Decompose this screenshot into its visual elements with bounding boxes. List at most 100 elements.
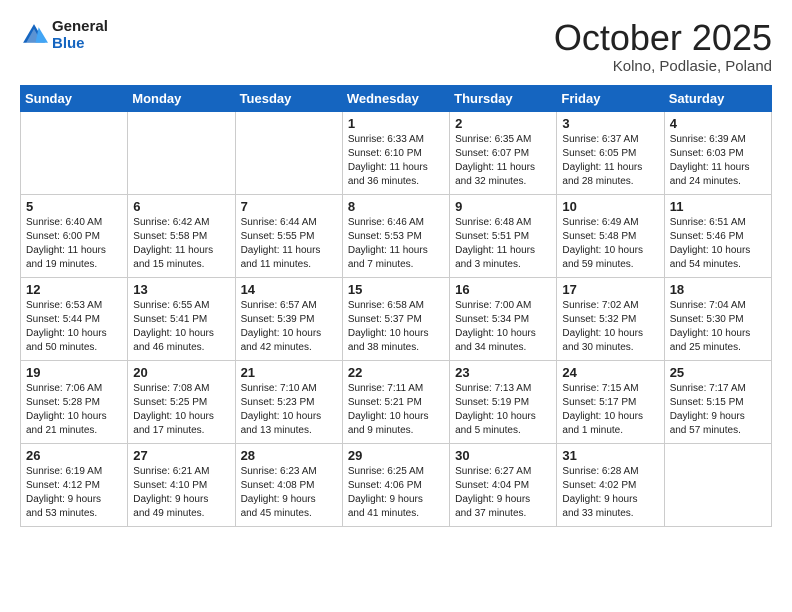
day-info: Sunrise: 7:00 AM Sunset: 5:34 PM Dayligh…	[455, 299, 551, 355]
day-number: 28	[241, 448, 337, 463]
day-info: Sunrise: 6:58 AM Sunset: 5:37 PM Dayligh…	[348, 299, 444, 355]
calendar-cell: 6 Sunrise: 6:42 AM Sunset: 5:58 PM Daylig…	[128, 194, 235, 277]
day-number: 29	[348, 448, 444, 463]
logo: General Blue	[20, 18, 108, 52]
calendar-cell: 15 Sunrise: 6:58 AM Sunset: 5:37 PM Dayli…	[342, 277, 449, 360]
day-number: 9	[455, 199, 551, 214]
calendar-cell: 12 Sunrise: 6:53 AM Sunset: 5:44 PM Dayli…	[21, 277, 128, 360]
day-info: Sunrise: 7:17 AM Sunset: 5:15 PM Dayligh…	[670, 382, 766, 438]
day-number: 15	[348, 282, 444, 297]
calendar-cell: 19 Sunrise: 7:06 AM Sunset: 5:28 PM Dayli…	[21, 360, 128, 443]
calendar-cell: 25Sunrise: 7:17 AM Sunset: 5:15 PM Dayli…	[664, 360, 771, 443]
calendar-cell	[128, 111, 235, 194]
calendar-header-row: SundayMondayTuesdayWednesdayThursdayFrid…	[21, 85, 772, 111]
day-info: Sunrise: 7:11 AM Sunset: 5:21 PM Dayligh…	[348, 382, 444, 438]
calendar-cell: 18 Sunrise: 7:04 AM Sunset: 5:30 PM Dayli…	[664, 277, 771, 360]
day-number: 5	[26, 199, 122, 214]
calendar-cell: 9 Sunrise: 6:48 AM Sunset: 5:51 PM Daylig…	[450, 194, 557, 277]
calendar-cell	[664, 443, 771, 526]
weekday-header: Friday	[557, 85, 664, 111]
day-number: 26	[26, 448, 122, 463]
day-number: 24	[562, 365, 658, 380]
day-number: 31	[562, 448, 658, 463]
calendar-cell: 5Sunrise: 6:40 AM Sunset: 6:00 PM Daylig…	[21, 194, 128, 277]
day-number: 13	[133, 282, 229, 297]
day-info: Sunrise: 6:27 AM Sunset: 4:04 PM Dayligh…	[455, 465, 551, 521]
calendar-cell: 21 Sunrise: 7:10 AM Sunset: 5:23 PM Dayli…	[235, 360, 342, 443]
calendar-cell: 7Sunrise: 6:44 AM Sunset: 5:55 PM Daylig…	[235, 194, 342, 277]
location: Kolno, Podlasie, Poland	[554, 58, 772, 75]
day-info: Sunrise: 6:57 AM Sunset: 5:39 PM Dayligh…	[241, 299, 337, 355]
calendar-cell: 17 Sunrise: 7:02 AM Sunset: 5:32 PM Dayli…	[557, 277, 664, 360]
logo-icon	[20, 21, 48, 49]
day-number: 20	[133, 365, 229, 380]
weekday-header: Sunday	[21, 85, 128, 111]
day-info: Sunrise: 6:25 AM Sunset: 4:06 PM Dayligh…	[348, 465, 444, 521]
calendar-cell: 2Sunrise: 6:35 AM Sunset: 6:07 PM Daylig…	[450, 111, 557, 194]
day-info: Sunrise: 6:48 AM Sunset: 5:51 PM Dayligh…	[455, 216, 551, 272]
day-number: 30	[455, 448, 551, 463]
calendar-week-row: 19 Sunrise: 7:06 AM Sunset: 5:28 PM Dayli…	[21, 360, 772, 443]
calendar-cell: 22Sunrise: 7:11 AM Sunset: 5:21 PM Dayli…	[342, 360, 449, 443]
day-info: Sunrise: 6:28 AM Sunset: 4:02 PM Dayligh…	[562, 465, 658, 521]
day-number: 21	[241, 365, 337, 380]
day-info: Sunrise: 6:51 AM Sunset: 5:46 PM Dayligh…	[670, 216, 766, 272]
calendar-week-row: 1 Sunrise: 6:33 AM Sunset: 6:10 PM Daylig…	[21, 111, 772, 194]
day-number: 17	[562, 282, 658, 297]
calendar-week-row: 12 Sunrise: 6:53 AM Sunset: 5:44 PM Dayli…	[21, 277, 772, 360]
calendar-cell: 3Sunrise: 6:37 AM Sunset: 6:05 PM Daylig…	[557, 111, 664, 194]
calendar-cell: 24Sunrise: 7:15 AM Sunset: 5:17 PM Dayli…	[557, 360, 664, 443]
calendar-cell: 26 Sunrise: 6:19 AM Sunset: 4:12 PM Dayli…	[21, 443, 128, 526]
day-info: Sunrise: 7:06 AM Sunset: 5:28 PM Dayligh…	[26, 382, 122, 438]
calendar-cell: 4 Sunrise: 6:39 AM Sunset: 6:03 PM Daylig…	[664, 111, 771, 194]
day-info: Sunrise: 6:53 AM Sunset: 5:44 PM Dayligh…	[26, 299, 122, 355]
header: General Blue October 2025 Kolno, Podlasi…	[20, 18, 772, 75]
calendar-week-row: 5Sunrise: 6:40 AM Sunset: 6:00 PM Daylig…	[21, 194, 772, 277]
day-info: Sunrise: 7:04 AM Sunset: 5:30 PM Dayligh…	[670, 299, 766, 355]
day-info: Sunrise: 7:02 AM Sunset: 5:32 PM Dayligh…	[562, 299, 658, 355]
day-number: 4	[670, 116, 766, 131]
calendar-cell: 23Sunrise: 7:13 AM Sunset: 5:19 PM Dayli…	[450, 360, 557, 443]
title-block: October 2025 Kolno, Podlasie, Poland	[554, 18, 772, 75]
day-info: Sunrise: 6:42 AM Sunset: 5:58 PM Dayligh…	[133, 216, 229, 272]
day-number: 11	[670, 199, 766, 214]
logo-text: General Blue	[52, 18, 108, 52]
calendar-cell	[21, 111, 128, 194]
calendar-cell: 27Sunrise: 6:21 AM Sunset: 4:10 PM Dayli…	[128, 443, 235, 526]
day-info: Sunrise: 6:55 AM Sunset: 5:41 PM Dayligh…	[133, 299, 229, 355]
weekday-header: Monday	[128, 85, 235, 111]
calendar-cell: 14 Sunrise: 6:57 AM Sunset: 5:39 PM Dayli…	[235, 277, 342, 360]
day-number: 1	[348, 116, 444, 131]
calendar-cell: 28Sunrise: 6:23 AM Sunset: 4:08 PM Dayli…	[235, 443, 342, 526]
day-number: 18	[670, 282, 766, 297]
day-number: 6	[133, 199, 229, 214]
day-number: 12	[26, 282, 122, 297]
calendar-cell: 31 Sunrise: 6:28 AM Sunset: 4:02 PM Dayli…	[557, 443, 664, 526]
day-number: 8	[348, 199, 444, 214]
day-info: Sunrise: 6:35 AM Sunset: 6:07 PM Dayligh…	[455, 133, 551, 189]
calendar-cell: 11 Sunrise: 6:51 AM Sunset: 5:46 PM Dayli…	[664, 194, 771, 277]
day-info: Sunrise: 6:33 AM Sunset: 6:10 PM Dayligh…	[348, 133, 444, 189]
weekday-header: Saturday	[664, 85, 771, 111]
calendar-cell: 8Sunrise: 6:46 AM Sunset: 5:53 PM Daylig…	[342, 194, 449, 277]
day-info: Sunrise: 7:08 AM Sunset: 5:25 PM Dayligh…	[133, 382, 229, 438]
day-info: Sunrise: 6:39 AM Sunset: 6:03 PM Dayligh…	[670, 133, 766, 189]
day-info: Sunrise: 7:13 AM Sunset: 5:19 PM Dayligh…	[455, 382, 551, 438]
calendar-table: SundayMondayTuesdayWednesdayThursdayFrid…	[20, 85, 772, 527]
day-info: Sunrise: 6:49 AM Sunset: 5:48 PM Dayligh…	[562, 216, 658, 272]
weekday-header: Wednesday	[342, 85, 449, 111]
page: General Blue October 2025 Kolno, Podlasi…	[0, 0, 792, 612]
month-title: October 2025	[554, 18, 772, 58]
calendar-cell: 1 Sunrise: 6:33 AM Sunset: 6:10 PM Daylig…	[342, 111, 449, 194]
calendar-cell: 13 Sunrise: 6:55 AM Sunset: 5:41 PM Dayli…	[128, 277, 235, 360]
calendar-cell	[235, 111, 342, 194]
day-info: Sunrise: 6:44 AM Sunset: 5:55 PM Dayligh…	[241, 216, 337, 272]
day-number: 3	[562, 116, 658, 131]
day-number: 14	[241, 282, 337, 297]
day-info: Sunrise: 7:10 AM Sunset: 5:23 PM Dayligh…	[241, 382, 337, 438]
calendar-cell: 30 Sunrise: 6:27 AM Sunset: 4:04 PM Dayli…	[450, 443, 557, 526]
day-info: Sunrise: 6:19 AM Sunset: 4:12 PM Dayligh…	[26, 465, 122, 521]
day-number: 19	[26, 365, 122, 380]
day-number: 10	[562, 199, 658, 214]
calendar-cell: 10 Sunrise: 6:49 AM Sunset: 5:48 PM Dayli…	[557, 194, 664, 277]
